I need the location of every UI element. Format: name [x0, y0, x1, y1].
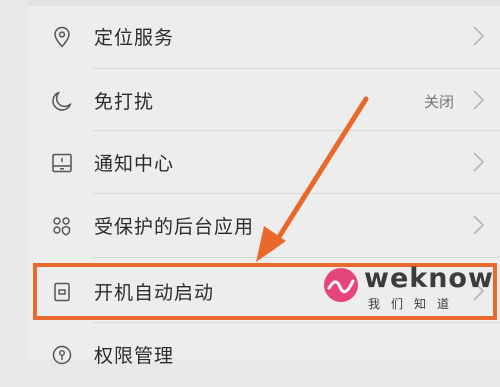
settings-item-label: 定位服务	[94, 27, 175, 49]
top-edge	[28, 0, 500, 6]
divider	[93, 130, 500, 131]
settings-item-label: 权限管理	[94, 345, 175, 367]
watermark-subtitle: 我们知道	[368, 297, 461, 311]
permission-icon	[50, 343, 74, 367]
status-value: 关闭	[423, 93, 454, 111]
divider	[93, 257, 500, 258]
moon-icon	[50, 89, 74, 113]
settings-item-do-not-disturb[interactable]: 免打扰 关闭	[28, 71, 500, 133]
chevron-right-icon	[468, 21, 488, 51]
divider	[93, 68, 500, 69]
divider	[93, 193, 500, 194]
settings-item-label: 受保护的后台应用	[94, 216, 255, 238]
settings-item-permissions[interactable]: 权限管理	[28, 325, 500, 387]
weknow-logo-icon	[322, 266, 360, 304]
notification-icon	[50, 151, 74, 175]
chevron-right-icon	[468, 210, 488, 240]
chevron-right-icon	[468, 85, 488, 115]
settings-item-label: 免打扰	[94, 91, 155, 113]
settings-item-protected-apps[interactable]: 受保护的后台应用	[28, 196, 500, 258]
weknow-watermark: weknow 我们知道	[322, 262, 493, 312]
settings-item-notification-center[interactable]: 通知中心	[28, 133, 500, 195]
apps-grid-icon	[50, 214, 74, 238]
settings-item-location[interactable]: 定位服务	[28, 7, 500, 69]
chevron-right-icon	[468, 147, 488, 177]
location-icon	[50, 25, 74, 49]
settings-item-label: 通知中心	[94, 153, 175, 175]
divider	[93, 322, 500, 323]
watermark-brand: weknow	[364, 263, 494, 294]
